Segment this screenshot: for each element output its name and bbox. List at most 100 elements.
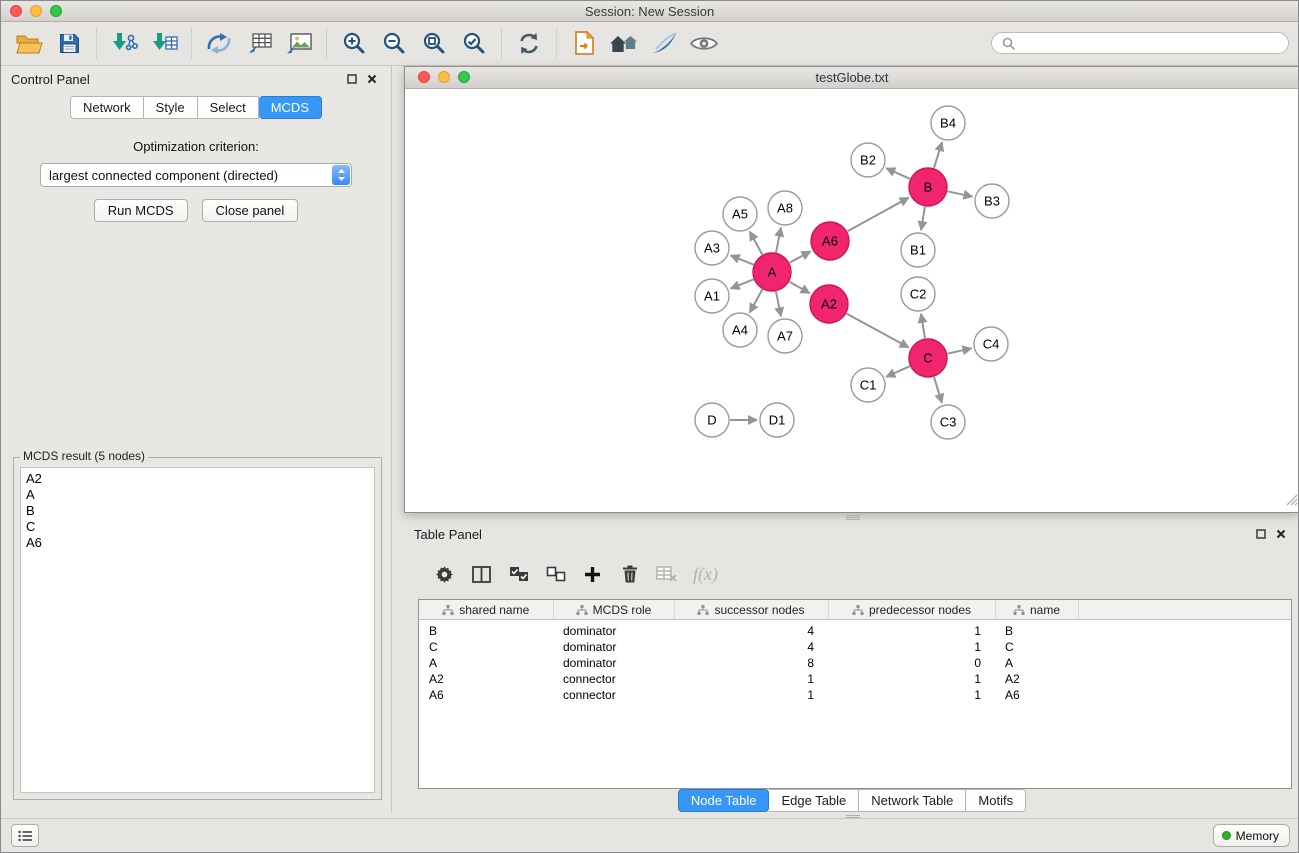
network-close-button[interactable] xyxy=(418,71,430,83)
search-box[interactable] xyxy=(991,32,1289,54)
table-cell[interactable]: dominator xyxy=(553,655,674,671)
close-table-panel-icon[interactable] xyxy=(1276,529,1286,539)
graph-node-A2[interactable]: A2 xyxy=(810,285,848,323)
table-row[interactable]: Cdominator41C xyxy=(419,639,1291,655)
network-minimize-button[interactable] xyxy=(438,71,450,83)
table-cell[interactable]: C xyxy=(995,639,1078,655)
table-cell[interactable]: connector xyxy=(553,671,674,687)
table-cell[interactable]: 8 xyxy=(674,655,828,671)
graph-node-A3[interactable]: A3 xyxy=(695,231,729,265)
export-image-button[interactable] xyxy=(280,24,318,62)
table-cell[interactable]: A6 xyxy=(419,687,553,703)
graph-edge-A-A6[interactable] xyxy=(790,251,811,262)
zoom-fit-button[interactable] xyxy=(415,24,453,62)
table-cell[interactable]: 1 xyxy=(674,687,828,703)
table-cell[interactable]: dominator xyxy=(553,620,674,640)
close-panel-icon[interactable] xyxy=(367,74,377,84)
graph-edge-A-A8[interactable] xyxy=(776,228,781,253)
graph-node-C[interactable]: C xyxy=(909,339,947,377)
deselect-all-button[interactable] xyxy=(545,563,566,585)
graph-node-A1[interactable]: A1 xyxy=(695,279,729,313)
select-all-check-button[interactable] xyxy=(508,563,529,585)
table-mode-gear-button[interactable] xyxy=(434,563,455,585)
refresh-button[interactable] xyxy=(510,24,548,62)
table-cell[interactable]: 1 xyxy=(674,671,828,687)
graph-node-C2[interactable]: C2 xyxy=(901,277,935,311)
window-titlebar[interactable]: Session: New Session xyxy=(1,1,1298,22)
mcds-result-item[interactable]: A xyxy=(26,487,374,503)
graph-edge-B-B4[interactable] xyxy=(934,142,942,168)
table-cell[interactable]: A6 xyxy=(995,687,1078,703)
table-row[interactable]: Bdominator41B xyxy=(419,620,1291,640)
close-window-button[interactable] xyxy=(10,5,22,17)
graph-edge-A-A5[interactable] xyxy=(750,232,763,255)
tab-select[interactable]: Select xyxy=(198,96,259,119)
save-button[interactable] xyxy=(50,24,88,62)
graph-node-C1[interactable]: C1 xyxy=(851,368,885,402)
graph-node-B1[interactable]: B1 xyxy=(901,233,935,267)
mcds-result-item[interactable]: C xyxy=(26,519,374,535)
graph-node-B4[interactable]: B4 xyxy=(931,106,965,140)
graph-edge-C-C2[interactable] xyxy=(921,314,925,338)
table-cell[interactable]: 4 xyxy=(674,620,828,640)
zoom-out-button[interactable] xyxy=(375,24,413,62)
graph-node-C3[interactable]: C3 xyxy=(931,405,965,439)
table-cell[interactable]: 0 xyxy=(828,655,995,671)
style-brush-button[interactable] xyxy=(645,24,683,62)
table-row[interactable]: Adominator80A xyxy=(419,655,1291,671)
tab-motifs[interactable]: Motifs xyxy=(966,789,1026,812)
home-button[interactable] xyxy=(605,24,643,62)
zoom-window-button[interactable] xyxy=(50,5,62,17)
graph-edge-C-C1[interactable] xyxy=(886,366,910,377)
graph-node-A[interactable]: A xyxy=(753,253,791,291)
graph-edge-B-B2[interactable] xyxy=(886,168,910,179)
table-cell[interactable]: C xyxy=(419,639,553,655)
graph-node-B3[interactable]: B3 xyxy=(975,184,1009,218)
graph-node-A8[interactable]: A8 xyxy=(768,191,802,225)
table-cell[interactable]: A2 xyxy=(419,671,553,687)
graph-node-A6[interactable]: A6 xyxy=(811,222,849,260)
resize-grip-icon[interactable] xyxy=(1286,493,1298,511)
graph-edge-A2-C[interactable] xyxy=(847,314,909,348)
table-cell[interactable]: 1 xyxy=(828,687,995,703)
graph-edge-A6-B[interactable] xyxy=(848,198,909,232)
new-column-plus-button[interactable] xyxy=(582,563,603,585)
close-panel-button[interactable]: Close panel xyxy=(202,199,299,222)
tab-mcds[interactable]: MCDS xyxy=(259,96,322,119)
graph-node-D1[interactable]: D1 xyxy=(760,403,794,437)
table-cell[interactable]: A2 xyxy=(995,671,1078,687)
mcds-result-item[interactable]: B xyxy=(26,503,374,519)
tab-node-table[interactable]: Node Table xyxy=(678,789,770,812)
graph-node-C4[interactable]: C4 xyxy=(974,327,1008,361)
column-header-name[interactable]: name xyxy=(995,600,1078,620)
graph-edge-C-C3[interactable] xyxy=(934,377,942,403)
import-network-file-button[interactable] xyxy=(105,24,143,62)
network-canvas[interactable]: B4B2BB3A5A8A6B1A3AC2A1A2A4A7C4CC1C3DD1 xyxy=(405,89,1299,512)
graph-node-D[interactable]: D xyxy=(695,403,729,437)
open-session-button[interactable] xyxy=(565,24,603,62)
horizontal-splitter-handle[interactable] xyxy=(846,515,860,520)
table-row[interactable]: A2connector11A2 xyxy=(419,671,1291,687)
graph-edge-B-B3[interactable] xyxy=(948,191,973,196)
column-header-successor-nodes[interactable]: successor nodes xyxy=(674,600,828,620)
tab-network[interactable]: Network xyxy=(70,96,144,119)
graph-edge-A-A4[interactable] xyxy=(750,290,763,313)
graph-node-A7[interactable]: A7 xyxy=(768,319,802,353)
tab-edge-table[interactable]: Edge Table xyxy=(769,789,859,812)
table-cell[interactable]: 4 xyxy=(674,639,828,655)
zoom-selected-button[interactable] xyxy=(455,24,493,62)
table-cell[interactable]: 1 xyxy=(828,639,995,655)
minimize-window-button[interactable] xyxy=(30,5,42,17)
graph-node-A4[interactable]: A4 xyxy=(723,313,757,347)
mcds-result-list[interactable]: A2ABCA6 xyxy=(20,467,375,793)
graph-edge-A-A1[interactable] xyxy=(731,279,754,288)
table-cell[interactable]: 1 xyxy=(828,671,995,687)
task-history-button[interactable] xyxy=(11,824,39,847)
table-cell[interactable]: A xyxy=(995,655,1078,671)
table-cell[interactable]: B xyxy=(419,620,553,640)
network-graph[interactable]: B4B2BB3A5A8A6B1A3AC2A1A2A4A7C4CC1C3DD1 xyxy=(405,89,1298,512)
graph-edge-A-A3[interactable] xyxy=(731,255,754,264)
graph-edge-A-A7[interactable] xyxy=(776,292,781,317)
network-zoom-button[interactable] xyxy=(458,71,470,83)
criterion-dropdown[interactable]: largest connected component (directed) xyxy=(40,163,352,187)
